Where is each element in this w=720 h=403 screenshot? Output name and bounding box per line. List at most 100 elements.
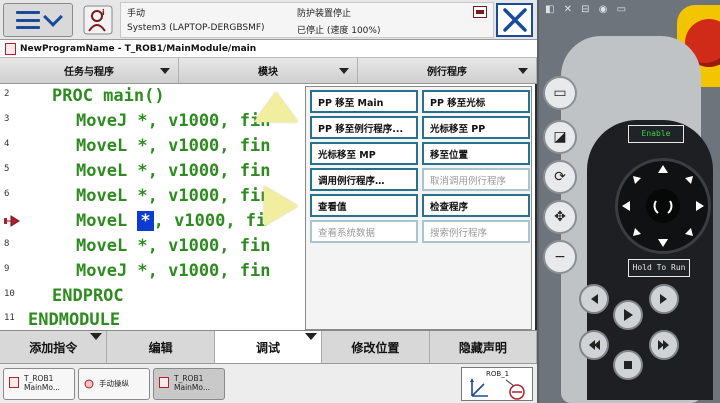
debug-button[interactable]: 调试 — [214, 331, 323, 363]
program-pointer-icon — [4, 215, 20, 227]
system-name: System3 (LAPTOP-DERGBSMF) — [127, 23, 265, 33]
step-back-button[interactable] — [579, 284, 609, 314]
operating-mode: 手动 — [127, 9, 146, 19]
line-number: 6 — [4, 189, 10, 199]
program-editor-icon — [159, 377, 169, 388]
tab-tasks-and-programs[interactable]: 任务与程序 — [0, 58, 179, 83]
add-instruction-button[interactable]: 添加指令 — [0, 331, 108, 363]
chevron-down-icon — [43, 7, 63, 27]
breadcrumb: NewProgramName - T_ROB1/MainModule/main — [0, 40, 537, 58]
program-editor-icon — [9, 377, 19, 388]
view-value-button[interactable]: 查看值 — [310, 194, 418, 217]
task-line1: T_ROB1 — [174, 374, 204, 383]
code-line[interactable]: 5 MoveL *, v1000, fin — [0, 159, 305, 184]
code-text: MoveL *, v1000, fin — [76, 136, 271, 156]
toggle-increment-button[interactable]: − — [543, 240, 577, 274]
code-text: ENDMODULE — [28, 310, 121, 330]
pp-to-main-button[interactable]: PP 移至 Main — [310, 90, 418, 113]
menu-arrow-icon — [90, 333, 103, 340]
dropdown-arrow-icon — [160, 68, 170, 74]
edit-button[interactable]: 编辑 — [107, 331, 215, 363]
line-number: 3 — [4, 114, 10, 124]
pp-to-routine-button[interactable]: PP 移至例行程序... — [310, 116, 418, 139]
code-text: PROC main() — [52, 86, 165, 106]
start-button[interactable] — [613, 300, 643, 330]
flexpendant-screen: i 手动 System3 (LAPTOP-DERGBSMF) 防护装置停止 已停… — [0, 0, 538, 403]
code-line[interactable]: 6 MoveL *, v1000, fin — [0, 184, 305, 209]
abb-menu-button[interactable] — [3, 3, 73, 37]
tab-routines[interactable]: 例行程序 — [358, 58, 537, 83]
cursor-to-mp-button[interactable]: 光标移至 MP — [310, 142, 418, 165]
line-number: 2 — [4, 89, 10, 99]
tab-modules[interactable]: 模块 — [179, 58, 358, 83]
dropdown-arrow-icon — [518, 68, 528, 74]
step-forward-icon-button[interactable] — [649, 330, 679, 360]
tab-label: 例行程序 — [427, 67, 467, 78]
hold-to-run-label: Hold To Run — [628, 259, 690, 277]
line-number: 11 — [4, 313, 15, 323]
line-number: 5 — [4, 164, 10, 174]
code-text: MoveJ *, v1000, fin — [76, 111, 271, 131]
code-line[interactable]: 11 ENDMODULE — [0, 308, 305, 330]
line-number: 4 — [4, 139, 10, 149]
close-icon — [502, 8, 527, 32]
step-forward-button[interactable] — [649, 284, 679, 314]
code-text: ENDPROC — [52, 286, 124, 306]
select-unit-button[interactable]: ⟳ — [543, 160, 577, 194]
toggle-motion-mode-button[interactable]: ✥ — [543, 200, 577, 234]
tab-label: 任务与程序 — [64, 67, 114, 78]
pendant-hardware: ◧ ✕ ⊟ ◉ ▭ ▭ ◪ ⟳ ✥ − Enable Hold To Run — [539, 0, 720, 403]
minimize-icon[interactable] — [473, 6, 487, 18]
taskbar: T_ROB1 MainMo... 手动操纵 T_ROB1 MainMo... R… — [0, 363, 537, 403]
stop-button[interactable] — [613, 350, 643, 380]
jogging-icon — [84, 379, 94, 389]
breadcrumb-path: NewProgramName - T_ROB1/MainModule/main — [20, 44, 257, 54]
step-backward-icon-button[interactable] — [579, 330, 609, 360]
taskbar-item-program-editor[interactable]: T_ROB1 MainMo... — [3, 368, 75, 400]
check-program-button[interactable]: 检查程序 — [422, 194, 530, 217]
code-line[interactable]: 8 MoveL *, v1000, fin — [0, 234, 305, 259]
window-toolbar-icons: ◧ ✕ ⊟ ◉ ▭ — [545, 4, 630, 15]
button-label: 修改位置 — [351, 340, 400, 355]
hint-arrow-up-icon — [254, 92, 298, 122]
quickset-button[interactable]: ROB_1 — [461, 367, 533, 401]
taskbar-item-program-editor-active[interactable]: T_ROB1 MainMo... — [153, 368, 225, 400]
go-to-position-button[interactable]: 移至位置 — [422, 142, 530, 165]
operator-window-icon[interactable]: i — [80, 3, 116, 37]
joystick[interactable] — [615, 158, 711, 254]
code-line[interactable]: 4 MoveL *, v1000, fin — [0, 134, 305, 159]
code-line[interactable]: 10 ENDPROC — [0, 284, 305, 309]
hamburger-icon — [16, 11, 40, 29]
code-line-current[interactable]: MoveL *, v1000, fi — [0, 209, 305, 234]
editor-tab-bar: 任务与程序 模块 例行程序 — [0, 58, 537, 84]
hide-declarations-button[interactable]: 隐藏声明 — [430, 331, 538, 363]
button-label: 添加指令 — [29, 340, 78, 355]
code-pre: MoveL — [76, 211, 138, 231]
program-state: 已停止 (速度 100%) — [297, 26, 381, 36]
status-panel[interactable]: 手动 System3 (LAPTOP-DERGBSMF) 防护装置停止 已停止 … — [120, 2, 494, 38]
selected-target[interactable]: * — [137, 211, 154, 231]
preset-key-1[interactable]: ▭ — [543, 76, 577, 110]
top-bar: i 手动 System3 (LAPTOP-DERGBSMF) 防护装置停止 已停… — [0, 0, 537, 40]
code-post: , v1000, fi — [153, 211, 267, 231]
code-text: MoveJ *, v1000, fin — [76, 261, 271, 281]
modify-position-button[interactable]: 修改位置 — [322, 331, 430, 363]
search-routine-button: 搜索例行程序 — [422, 220, 530, 243]
line-number: 8 — [4, 239, 10, 249]
call-routine-button[interactable]: 调用例行程序… — [310, 168, 418, 191]
cancel-call-routine-button: 取消调用例行程序 — [422, 168, 530, 191]
close-button[interactable] — [496, 3, 533, 37]
code-line[interactable]: 9 MoveJ *, v1000, fin — [0, 259, 305, 284]
button-label: 编辑 — [148, 340, 173, 355]
cursor-to-pp-button[interactable]: 光标移至 PP — [422, 116, 530, 139]
code-text: MoveL *, v1000, fin — [76, 186, 271, 206]
hint-arrow-right-icon — [264, 186, 298, 226]
code-text: MoveL *, v1000, fi — [76, 209, 266, 234]
line-number: 9 — [4, 264, 10, 274]
taskbar-item-jogging[interactable]: 手动操纵 — [78, 368, 150, 400]
preset-key-2[interactable]: ◪ — [543, 120, 577, 154]
debug-menu-popup: PP 移至 Main PP 移至光标 PP 移至例行程序... 光标移至 PP … — [305, 86, 532, 330]
pp-to-cursor-button[interactable]: PP 移至光标 — [422, 90, 530, 113]
task-line1: 手动操纵 — [99, 379, 129, 388]
dropdown-arrow-icon — [339, 68, 349, 74]
